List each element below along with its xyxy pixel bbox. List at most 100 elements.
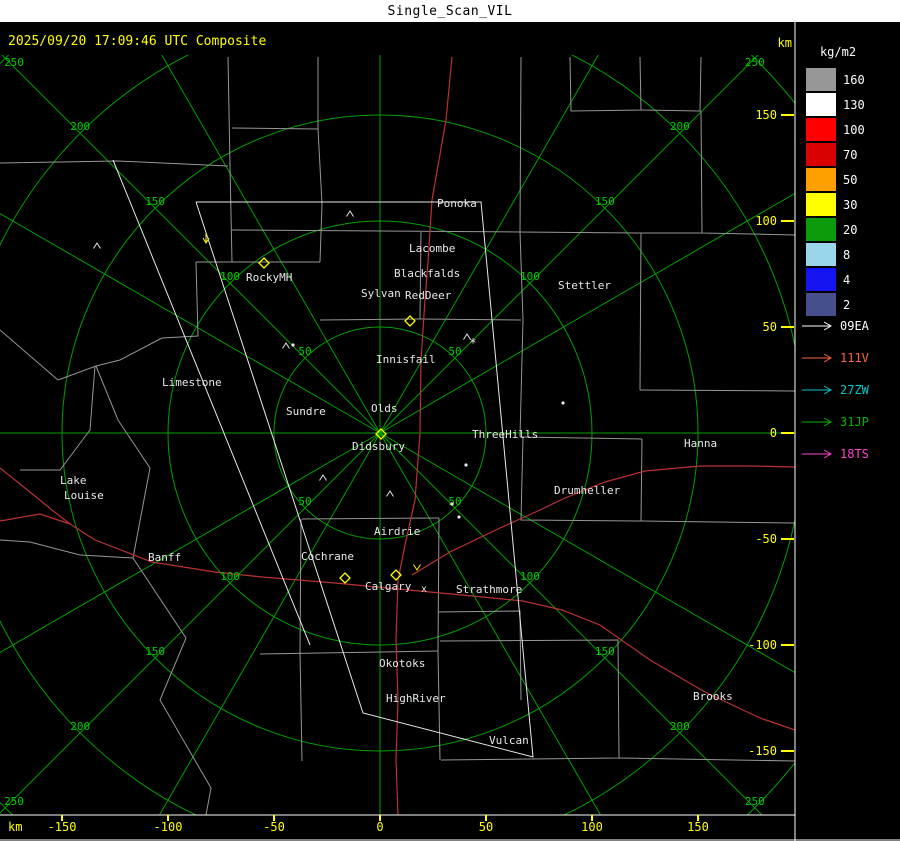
bottom-axis-unit-label: km [8,820,23,834]
place-label: Didsbury [352,440,405,453]
ring-distance-label: 100 [220,270,240,283]
x-marker: x [421,584,427,595]
county-boundary-line [20,365,96,471]
cell-dot-marker [561,401,565,405]
right-axis-label: 0 [770,426,777,440]
cell-dot-marker [457,515,461,519]
county-boundary-line [640,56,702,112]
county-boundary-line [317,57,323,263]
azimuth-spoke [1,55,381,434]
azimuth-spoke [158,432,381,815]
azimuth-spoke [379,55,759,434]
ring-distance-label: 150 [145,195,165,208]
place-label: RockyMH [246,271,292,284]
place-label: ThreeHills [472,428,538,441]
county-boundary-line [639,389,795,392]
legend-value: 50 [843,173,857,187]
place-label: Okotoks [379,657,425,670]
caret-marker [282,342,290,349]
right-axis-label: -50 [755,532,777,546]
ring-distance-label: 50 [298,495,311,508]
ring-distance-label: 150 [595,195,615,208]
place-label: Calgary [365,580,412,593]
station-label: 111V [840,351,869,365]
caret-marker [386,490,394,497]
legend-value: 2 [843,298,850,312]
caret-marker [319,474,327,481]
place-label: Strathmore [456,583,522,596]
ring-distance-label: 250 [4,795,24,808]
place-label: Blackfalds [394,267,460,280]
county-boundary-line [639,232,642,391]
place-label: Vulcan [489,734,529,747]
azimuth-spoke [161,55,381,434]
place-label: Louise [64,489,104,502]
county-boundary-line [95,337,163,367]
county-boundary-line [319,318,522,321]
place-label: Hanna [684,437,717,450]
ring-distance-label: 200 [70,720,90,733]
legend-swatch [806,68,836,91]
ring-distance-label: 100 [220,570,240,583]
legend-value: 20 [843,223,857,237]
place-label: Innisfail [376,353,436,366]
county-boundary-line [640,520,795,524]
place-label: Stettler [558,279,611,292]
range-ring [0,55,795,815]
county-boundary-line [519,231,702,234]
county-boundary-line [519,56,524,438]
caret-marker [346,210,354,217]
ring-distance-label: 150 [595,645,615,658]
county-boundary-line [437,650,441,761]
place-label: Cochrane [301,550,354,563]
station-label: 18TS [840,447,869,461]
ring-distance-label: 150 [145,645,165,658]
bottom-axis-label: 0 [376,820,383,834]
asterisk-marker: * [469,336,476,350]
legend-value: 100 [843,123,865,137]
ring-distance-label: 200 [670,120,690,133]
county-boundary-line [0,329,59,381]
ring-distance-label: 50 [448,495,461,508]
ring-distance-label: 250 [745,795,765,808]
legend-swatch [806,243,836,266]
window-titlebar[interactable]: Single_Scan_VIL [0,0,900,22]
radar-window: 50 100 150 200 250 50 100 150 200 250 50 100 150 200 2… [0,0,900,841]
legend-value: 70 [843,148,857,162]
place-label: Limestone [162,376,222,389]
legend-value: 8 [843,248,850,262]
bottom-axis-label: 150 [687,820,709,834]
county-boundary-line [640,438,643,522]
radar-map-canvas: 5010015020025050100150200250501001502002… [0,22,900,841]
station-label: 31JP [840,415,869,429]
right-axis-label: 100 [755,214,777,228]
station-label: 09EA [840,319,870,333]
place-label: HighRiver [386,692,446,705]
county-boundary-line [161,261,199,339]
legend-swatch [806,168,836,191]
station-label: 27ZW [840,383,870,397]
place-label: Drumheller [554,484,621,497]
bottom-axis-label: -100 [154,820,183,834]
legend-value: 130 [843,98,865,112]
county-boundary-line [299,650,303,762]
radar-site-marker [339,572,351,584]
county-boundary-line [227,56,233,263]
county-boundary-line [519,436,643,440]
ring-distance-label: 250 [4,56,24,69]
county-boundary-line [231,127,319,130]
caret-marker [93,242,101,249]
place-label: Lacombe [409,242,455,255]
place-label: Lake [60,474,87,487]
azimuth-spoke [379,432,602,815]
legend-swatch [806,193,836,216]
ring-distance-label: 100 [520,270,540,283]
azimuth-spoke [379,55,599,434]
legend-swatch [806,93,836,116]
county-boundary-line [0,539,134,559]
legend-value: 4 [843,273,850,287]
county-boundary-line [437,517,440,652]
county-boundary-line [299,518,302,652]
county-boundary-line [259,650,439,655]
legend-units-label: kg/m2 [819,45,857,59]
